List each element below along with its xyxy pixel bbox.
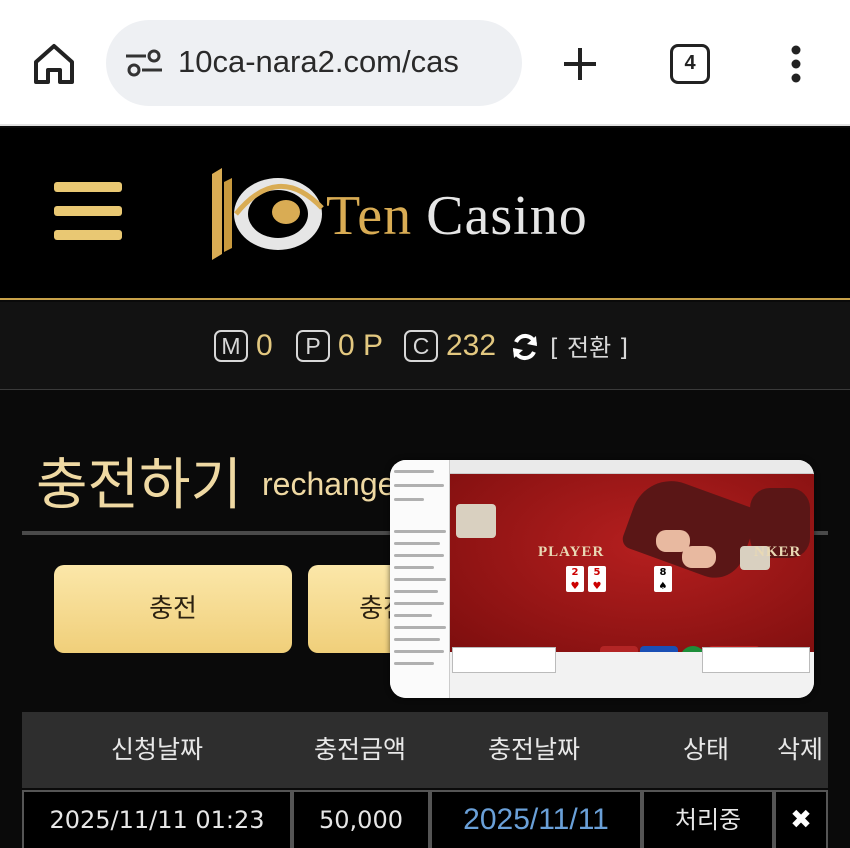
point-balance: P 0 P — [296, 326, 383, 366]
tab-switcher-button[interactable]: 4 — [670, 44, 710, 84]
player-label: PLAYER — [538, 544, 605, 560]
money-balance: M 0 — [214, 326, 273, 366]
url-text[interactable]: 10ca-nara2.com/cas — [178, 44, 510, 80]
home-icon[interactable] — [30, 40, 78, 88]
money-value: 0 — [256, 329, 273, 362]
dealer-hand — [682, 546, 716, 568]
refresh-icon[interactable] — [510, 332, 540, 362]
playing-card: 8 ♠ — [654, 566, 672, 592]
point-value: 0 P — [338, 329, 384, 362]
more-menu-icon[interactable] — [780, 40, 812, 88]
ten-casino-logo-icon[interactable] — [208, 168, 324, 260]
table-header: 신청날짜 충전금액 충전날짜 상태 삭제 — [22, 712, 828, 788]
logo-casino: Casino — [426, 185, 588, 247]
casino-balance: C 232 — [404, 326, 496, 366]
playing-card: 2 ♥ — [566, 566, 584, 592]
casino-value: 232 — [446, 329, 497, 362]
new-tab-icon[interactable] — [556, 40, 604, 88]
site-header: Ten Casino — [0, 128, 850, 300]
pip-video-overlay[interactable]: PLAYER NKER 2 ♥ 5 ♥ 8 ♠ — [390, 460, 814, 698]
cell-request-date: 2025/11/11 01:23 — [22, 790, 292, 848]
video-chat-panel — [390, 460, 450, 698]
address-bar[interactable]: 10ca-nara2.com/cas — [106, 20, 522, 106]
video-window-bar — [450, 460, 814, 474]
header-charge-date: 충전날짜 — [487, 735, 580, 764]
header-request-date: 신청날짜 — [110, 735, 203, 764]
page-subtitle: rechange — [262, 466, 396, 502]
page-title: 충전하기 — [36, 453, 243, 518]
header-status: 상태 — [682, 735, 729, 764]
switch-button[interactable]: [ 전환 ] — [550, 328, 628, 363]
cell-amount: 50,000 — [292, 790, 430, 848]
money-badge: M — [214, 330, 248, 362]
header-amount: 충전금액 — [313, 735, 406, 764]
browser-toolbar: 10ca-nara2.com/cas 4 — [0, 0, 850, 126]
site-logo-text[interactable]: Ten Casino — [326, 184, 588, 248]
playing-card: 5 ♥ — [588, 566, 606, 592]
banker-label: NKER — [754, 544, 802, 560]
cell-status: 처리중 — [642, 790, 774, 848]
delete-icon[interactable]: ✖ — [774, 790, 828, 848]
site-settings-icon[interactable] — [124, 48, 164, 78]
baccarat-table: PLAYER NKER 2 ♥ 5 ♥ 8 ♠ — [450, 469, 814, 682]
point-badge: P — [296, 330, 330, 362]
casino-badge: C — [404, 330, 438, 362]
dealer-arm — [619, 469, 761, 587]
hamburger-menu-icon[interactable] — [54, 182, 122, 242]
table-row: 2025/11/11 01:23 50,000 2025/11/11 처리중 ✖ — [22, 790, 828, 848]
cell-charge-date: 2025/11/11 — [430, 790, 642, 848]
score-board — [702, 647, 810, 673]
charge-button[interactable]: 충전 — [54, 565, 292, 653]
header-delete: 삭제 — [776, 735, 823, 764]
logo-ten: Ten — [326, 185, 413, 247]
card-shoe — [456, 504, 496, 538]
score-board — [452, 647, 556, 673]
